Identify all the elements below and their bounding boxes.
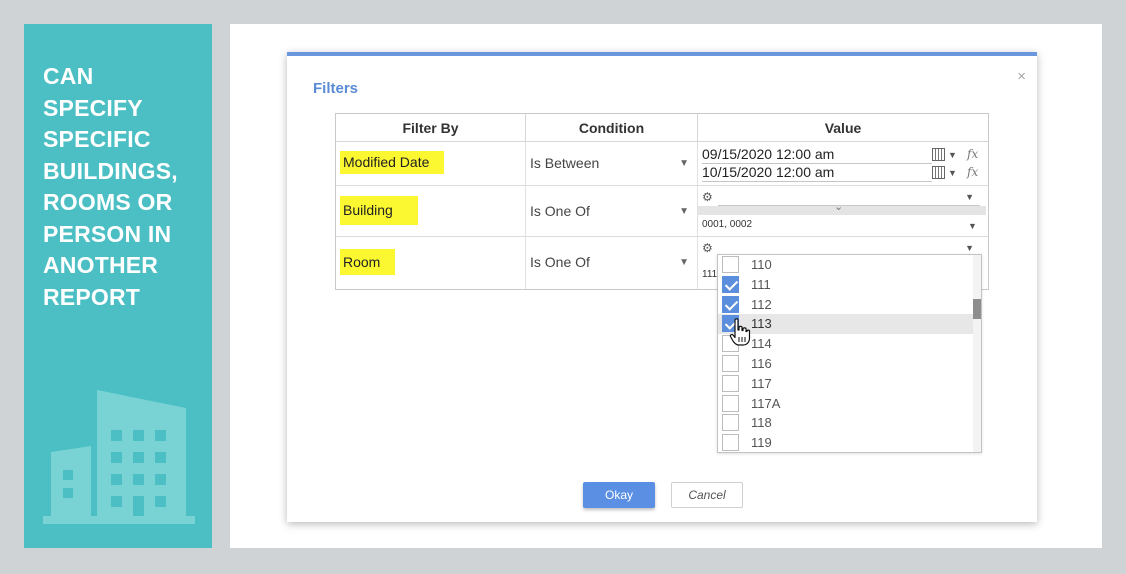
chevron-down-icon[interactable]: ▼ (965, 243, 974, 253)
filter-field-label[interactable]: Room (340, 249, 395, 275)
column-header-filter-by: Filter By (336, 114, 526, 142)
filter-field-label[interactable]: Building (340, 196, 418, 225)
cancel-button[interactable]: Cancel (671, 482, 743, 508)
chevron-down-icon[interactable]: ▼ (948, 150, 957, 160)
headline-line: BUILDINGS, (43, 157, 178, 184)
checkbox[interactable] (722, 414, 739, 432)
checkbox[interactable] (722, 295, 739, 313)
formula-icon[interactable]: fx (967, 147, 978, 161)
chevron-down-icon[interactable]: ▼ (679, 206, 689, 217)
filter-by-cell: Modified Date (336, 142, 526, 185)
headline-line: SPECIFY (43, 94, 143, 121)
option-label: 119 (751, 435, 772, 451)
filter-by-cell: Building (336, 186, 526, 236)
formula-icon[interactable]: fx (967, 165, 978, 179)
checkbox[interactable] (722, 394, 739, 412)
filter-by-cell: Room (336, 237, 526, 289)
checkbox[interactable] (722, 355, 739, 372)
headline-line: PERSON IN (43, 220, 172, 247)
option-label: 117 (751, 375, 772, 391)
chevron-down-icon[interactable]: ▼ (948, 168, 957, 178)
chevron-down-icon[interactable]: ▼ (679, 257, 689, 268)
list-item[interactable]: 117A (718, 394, 973, 414)
checkbox[interactable] (722, 374, 739, 392)
gear-icon[interactable]: ⚙ (702, 190, 713, 204)
headline-line: SPECIFIC (43, 126, 151, 152)
chevron-down-icon[interactable]: ▼ (965, 192, 974, 202)
filter-row-modified-date: Modified Date Is Between ▼ 09/15/2020 12… (336, 142, 988, 186)
chevron-down-icon[interactable]: ▼ (679, 158, 689, 169)
option-label: 113 (751, 316, 772, 332)
headline-line: ROOMS OR (43, 189, 173, 215)
list-item[interactable]: 118 (718, 413, 973, 433)
option-label: 117A (751, 395, 781, 411)
list-item[interactable]: 119 (718, 433, 973, 452)
scrollbar-thumb[interactable] (973, 299, 981, 319)
condition-cell[interactable]: Is Between ▼ (526, 142, 698, 185)
headline-line: CAN (43, 63, 94, 89)
headline-line: REPORT (43, 283, 141, 310)
option-label: 118 (751, 415, 772, 431)
checkbox[interactable] (722, 434, 739, 452)
start-date-input[interactable]: 09/15/2020 12:00 am (702, 146, 932, 164)
list-item[interactable]: 117 (718, 374, 973, 394)
sidebar-panel: CAN SPECIFY SPECIFIC BUILDINGS, ROOMS OR… (24, 24, 212, 548)
headline-line: ANOTHER (43, 252, 159, 278)
condition-cell[interactable]: Is One Of ▼ (526, 186, 698, 236)
option-label: 116 (751, 356, 772, 371)
list-item[interactable]: 110 (718, 255, 973, 275)
value-cell: 09/15/2020 12:00 am ▼ fx 10/15/2020 12:0… (698, 142, 988, 185)
expand-strip[interactable]: ⌄ (698, 201, 986, 215)
checkbox[interactable] (722, 275, 739, 293)
calendar-icon[interactable] (932, 166, 945, 179)
option-label: 112 (751, 296, 772, 312)
option-label: 111 (751, 276, 771, 292)
gear-icon[interactable]: ⚙ (702, 241, 713, 255)
selected-values: 111 (702, 269, 718, 280)
close-icon[interactable]: × (1017, 68, 1026, 85)
end-date-input[interactable]: 10/15/2020 12:00 am (702, 164, 932, 182)
checkbox[interactable] (722, 256, 739, 273)
dialog-title: Filters (313, 80, 359, 97)
building-icon (43, 390, 195, 524)
condition-value[interactable]: Is Between (530, 155, 599, 171)
calendar-icon[interactable] (932, 148, 945, 161)
option-label: 114 (751, 336, 772, 352)
option-label: 110 (751, 257, 772, 272)
selected-values: 0001, 0002 (702, 219, 753, 230)
sidebar-headline: CAN SPECIFY SPECIFIC BUILDINGS, ROOMS OR… (43, 61, 208, 313)
condition-value[interactable]: Is One Of (530, 203, 590, 219)
building-select[interactable]: ▼ (718, 188, 980, 206)
list-item[interactable]: 116 (718, 354, 973, 374)
value-cell: ⚙ ▼ ⌄ 0001, 0002 ▼ (698, 186, 988, 236)
chevron-down-icon[interactable]: ▼ (968, 221, 982, 231)
column-header-value: Value (698, 114, 988, 142)
filter-field-label[interactable]: Modified Date (340, 151, 444, 174)
hand-cursor-icon (729, 318, 751, 346)
chevron-down-icon[interactable]: ⌄ (834, 200, 843, 213)
list-item[interactable]: 113 (718, 314, 973, 335)
column-header-condition: Condition (526, 114, 698, 142)
room-options-list[interactable]: 110 111 112 113 114 116 117 117A 118 119 (717, 254, 982, 453)
list-item[interactable]: 114 (718, 334, 973, 354)
filter-row-building: Building Is One Of ▼ ⚙ ▼ ⌄ 0001, 0002 ▼ (336, 186, 988, 237)
scrollbar[interactable] (973, 255, 981, 452)
okay-button[interactable]: Okay (583, 482, 655, 508)
condition-value[interactable]: Is One Of (530, 254, 590, 270)
list-item[interactable]: 112 (718, 295, 973, 315)
list-item[interactable]: 111 (718, 275, 973, 295)
condition-cell[interactable]: Is One Of ▼ (526, 237, 698, 289)
